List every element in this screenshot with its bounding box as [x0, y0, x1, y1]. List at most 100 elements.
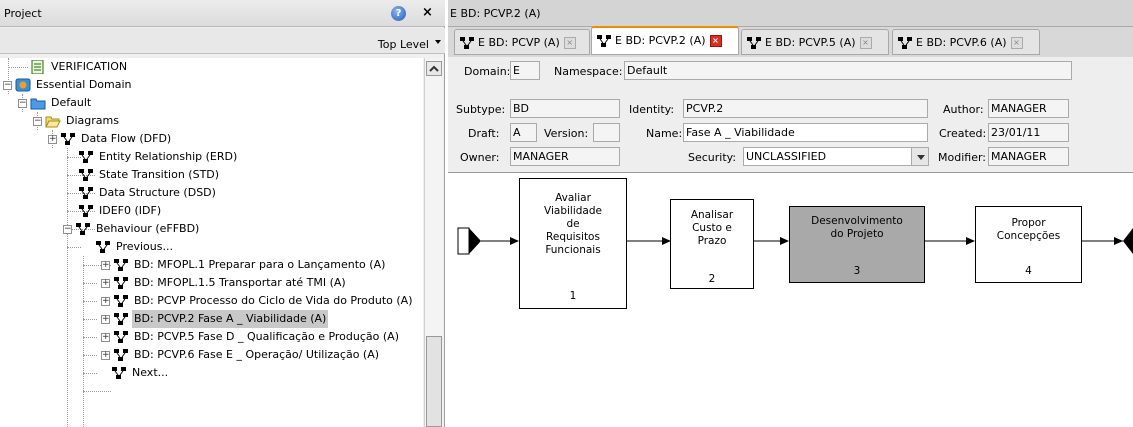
- expand-icon[interactable]: +: [101, 260, 110, 270]
- start-node[interactable]: [457, 227, 470, 255]
- tree-item-next[interactable]: Next...: [111, 364, 170, 382]
- collapse-icon[interactable]: −: [18, 98, 27, 108]
- diagram-icon: [79, 169, 93, 181]
- diagram-icon: [79, 187, 93, 199]
- namespace-label: Namespace:: [554, 65, 623, 78]
- tree-item-bd-pcvp-6[interactable]: + BD: PCVP.6 Fase E _ Operação/ Utilizaçã…: [101, 346, 381, 364]
- project-tree: VERIFICATION − Essential Domain − Default …: [0, 58, 423, 427]
- expand-icon[interactable]: +: [101, 314, 110, 324]
- tree-item-default[interactable]: − Default: [18, 94, 93, 112]
- diagram-icon: [460, 37, 474, 49]
- collapse-icon[interactable]: −: [63, 224, 72, 234]
- tab-bd-pcvp-2[interactable]: E BD: PCVP.2 (A) ×: [591, 26, 739, 55]
- expand-icon[interactable]: +: [101, 332, 110, 342]
- owner-field[interactable]: MANAGER: [510, 147, 620, 166]
- block-number: 1: [569, 290, 577, 302]
- tree-item-essential-domain[interactable]: − Essential Domain: [3, 76, 134, 94]
- help-icon[interactable]: ?: [391, 6, 406, 21]
- diagram-icon: [898, 37, 912, 49]
- tree-item-diagrams[interactable]: − Diagrams: [33, 112, 121, 130]
- modifier-field[interactable]: MANAGER: [988, 147, 1069, 166]
- tree-item-idf[interactable]: IDEF0 (IDF): [78, 202, 163, 220]
- tab-bd-pcvp-5[interactable]: E BD: PCVP.5 (A) ×: [741, 29, 889, 55]
- editor-title-bar: E BD: PCVP.2 (A): [448, 0, 1133, 27]
- top-level-selector[interactable]: Top Level: [0, 28, 445, 54]
- created-label: Created:: [939, 127, 987, 140]
- function-block-3[interactable]: Desenvolvimento do Projeto 3: [789, 206, 925, 283]
- tree-item-dfd[interactable]: + Data Flow (DFD): [48, 130, 173, 148]
- diagram-icon: [597, 35, 611, 47]
- folder-icon: [30, 98, 46, 110]
- chevron-down-icon[interactable]: [911, 148, 928, 165]
- tree-item-bd-pcvp[interactable]: + BD: PCVP Processo do Ciclo de Vida do P…: [101, 292, 415, 310]
- diagram-canvas[interactable]: Avaliar Viabilidade de Requisitos Funcio…: [448, 174, 1133, 427]
- function-block-1[interactable]: Avaliar Viabilidade de Requisitos Funcio…: [519, 178, 627, 309]
- tree-item-bd-pcvp-2[interactable]: + BD: PCVP.2 Fase A _ Viabilidade (A): [101, 310, 329, 328]
- tree-item-previous[interactable]: Previous...: [95, 238, 175, 256]
- editor-panel: E BD: PCVP.2 (A) E BD: PCVP (A) × E BD: P…: [448, 0, 1133, 427]
- block-number: 3: [853, 265, 861, 277]
- diagram-icon: [114, 259, 128, 271]
- project-panel-title: Project: [4, 7, 42, 20]
- close-tab-icon[interactable]: ×: [563, 37, 576, 49]
- project-panel-header: Project ? ×: [0, 0, 445, 27]
- modifier-label: Modifier:: [938, 151, 986, 164]
- editor-tabs: E BD: PCVP (A) × E BD: PCVP.2 (A) × E BD: …: [448, 26, 1133, 57]
- close-tab-icon[interactable]: ×: [859, 37, 872, 49]
- tree-item-bd-pcvp-5[interactable]: + BD: PCVP.5 Fase D _ Qualificação e Prod…: [101, 328, 401, 346]
- collapse-icon[interactable]: −: [33, 116, 42, 126]
- diagram-icon: [96, 241, 110, 253]
- subtype-label: Subtype:: [456, 103, 506, 116]
- diagram-icon: [79, 151, 93, 163]
- diagram-icon: [114, 349, 128, 361]
- domain-field[interactable]: E: [510, 61, 540, 80]
- chevron-down-icon[interactable]: [435, 40, 441, 44]
- editor-title: E BD: PCVP.2 (A): [450, 7, 541, 20]
- expand-icon[interactable]: +: [48, 134, 57, 144]
- tree-item-bd-mfopl-1-5[interactable]: + BD: MFOPL.1.5 Transportar até TMI (A): [101, 274, 348, 292]
- tree-item-bd-mfopl-1[interactable]: + BD: MFOPL.1 Preparar para o Lançamento …: [101, 256, 387, 274]
- identity-field[interactable]: PCVP.2: [683, 99, 928, 118]
- tree-item-verification[interactable]: VERIFICATION: [30, 58, 129, 76]
- tree-scrollbar[interactable]: [424, 58, 442, 427]
- scrollbar-thumb[interactable]: [426, 336, 442, 427]
- tree-item-dsd[interactable]: Data Structure (DSD): [78, 184, 218, 202]
- collapse-icon[interactable]: −: [3, 80, 12, 90]
- close-tab-icon[interactable]: ×: [709, 35, 722, 47]
- namespace-field[interactable]: Default: [624, 61, 1072, 80]
- diagram-icon: [114, 295, 128, 307]
- author-label: Author:: [943, 103, 984, 116]
- tree-item-erd[interactable]: Entity Relationship (ERD): [78, 148, 239, 166]
- expand-icon[interactable]: +: [101, 278, 110, 288]
- name-field[interactable]: Fase A _ Viabilidade: [683, 123, 928, 142]
- end-node[interactable]: [1123, 228, 1133, 254]
- tab-bd-pcvp-6[interactable]: E BD: PCVP.6 (A) ×: [892, 29, 1040, 55]
- draft-label: Draft:: [468, 127, 500, 140]
- owner-label: Owner:: [460, 151, 500, 164]
- function-block-2[interactable]: Analisar Custo e Prazo 2: [670, 199, 754, 289]
- expand-icon[interactable]: +: [101, 296, 110, 306]
- subtype-field[interactable]: BD: [510, 99, 620, 118]
- security-label: Security:: [688, 151, 737, 164]
- block-number: 4: [1025, 265, 1032, 277]
- version-field[interactable]: [593, 123, 620, 142]
- scroll-up-icon[interactable]: [426, 61, 442, 76]
- diagram-icon: [61, 133, 75, 145]
- close-icon[interactable]: ×: [422, 5, 433, 20]
- author-field[interactable]: MANAGER: [988, 99, 1069, 118]
- tab-bd-pcvp[interactable]: E BD: PCVP (A) ×: [454, 29, 590, 55]
- draft-field[interactable]: A: [510, 123, 537, 142]
- created-field[interactable]: 23/01/11: [988, 123, 1069, 142]
- function-block-4[interactable]: Propor Concepções 4: [975, 206, 1082, 283]
- tree-item-behaviour[interactable]: − Behaviour (eFFBD): [63, 220, 201, 238]
- version-label: Version:: [544, 127, 589, 140]
- identity-label: Identity:: [629, 103, 675, 116]
- domain-icon: [15, 78, 31, 92]
- diagram-icon: [76, 223, 90, 235]
- tree-item-std[interactable]: State Transition (STD): [78, 166, 221, 184]
- expand-icon[interactable]: +: [101, 350, 110, 360]
- security-select[interactable]: UNCLASSIFIED: [743, 147, 929, 166]
- close-tab-icon[interactable]: ×: [1010, 37, 1023, 49]
- diagram-icon: [114, 277, 128, 289]
- document-icon: [31, 60, 44, 74]
